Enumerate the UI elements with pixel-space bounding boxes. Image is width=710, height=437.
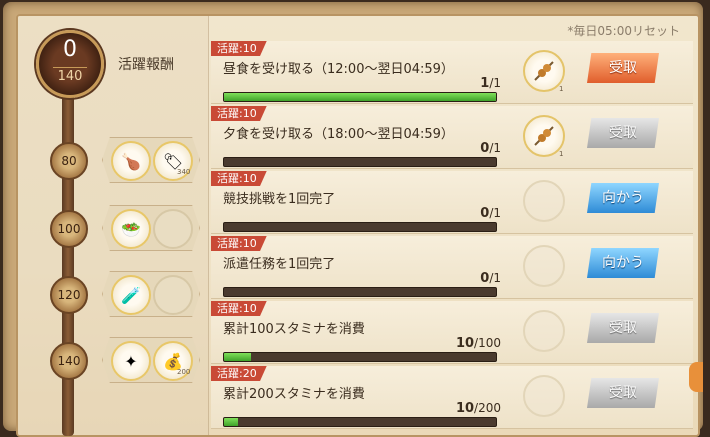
task-name: 夕食を受け取る（18:00～翌日04:59） bbox=[223, 127, 454, 142]
activity-tag: 活躍:10 bbox=[211, 301, 267, 316]
milestone-reward-box: 🍗 🏷 340 bbox=[102, 137, 200, 183]
task-row: 活躍:10 競技挑戦を1回完了 0/1 向かう bbox=[211, 171, 693, 234]
milestone-140[interactable]: 140 ✦ 💰 200 bbox=[18, 328, 208, 390]
claim-button-disabled[interactable]: 受取 bbox=[587, 118, 659, 148]
activity-tag: 活躍:10 bbox=[211, 41, 267, 56]
task-progress-bar bbox=[223, 417, 497, 427]
side-tab[interactable] bbox=[689, 362, 703, 392]
milestone-reward-box: 🥗 bbox=[102, 205, 200, 251]
panel-frame: *毎日05:00リセット 0 140 活躍報酬 80 🍗 🏷 340 100 🥗… bbox=[3, 2, 703, 437]
ghost-item-icon bbox=[523, 375, 565, 417]
task-row: 活躍:10 累計100スタミナを消費 10/100 受取 bbox=[211, 301, 693, 364]
milestone-reward-box: 🧪 bbox=[102, 271, 200, 317]
activity-counter: 0 140 bbox=[36, 30, 104, 98]
task-row: 活躍:10 夕食を受け取る（18:00～翌日04:59） 0/1 1 受取 bbox=[211, 106, 693, 169]
parchment-panel: *毎日05:00リセット 0 140 活躍報酬 80 🍗 🏷 340 100 🥗… bbox=[16, 14, 700, 437]
reward-qty: 340 bbox=[177, 168, 191, 176]
progress-fill bbox=[224, 93, 496, 101]
task-progress-bar bbox=[223, 352, 497, 362]
milestone-100[interactable]: 100 🥗 bbox=[18, 196, 208, 258]
reward-qty: 200 bbox=[177, 368, 191, 376]
milestone-node: 120 bbox=[50, 276, 88, 314]
task-row: 活躍:20 累計200スタミナを消費 10/200 受取 bbox=[211, 366, 693, 429]
task-name: 派遣任務を1回完了 bbox=[223, 257, 336, 272]
activity-reward-column: 0 140 活躍報酬 80 🍗 🏷 340 100 🥗 120 🧪 140 ✦ … bbox=[18, 16, 209, 436]
claim-button-disabled[interactable]: 受取 bbox=[587, 378, 659, 408]
counter-divider bbox=[53, 67, 87, 68]
salad-bowl-icon[interactable]: 🥗 bbox=[111, 209, 151, 249]
task-progress-bar bbox=[223, 222, 497, 232]
task-progress-bar bbox=[223, 287, 497, 297]
go-button[interactable]: 向かう bbox=[587, 248, 659, 278]
potion-icon[interactable]: 🧪 bbox=[111, 275, 151, 315]
task-progress-text: 10/200 bbox=[455, 401, 501, 416]
task-progress-text: 1/1 bbox=[480, 76, 501, 91]
empty-reward-slot bbox=[153, 275, 193, 315]
reset-note: *毎日05:00リセット bbox=[567, 24, 680, 38]
activity-tag: 活躍:10 bbox=[211, 106, 267, 121]
milestone-reward-box: ✦ 💰 200 bbox=[102, 337, 200, 383]
task-progress-text: 0/1 bbox=[480, 141, 501, 156]
task-progress-bar bbox=[223, 157, 497, 167]
claim-button[interactable]: 受取 bbox=[587, 53, 659, 83]
item-qty: 1 bbox=[559, 85, 564, 93]
activity-tag: 活躍:10 bbox=[211, 236, 267, 251]
milestone-node: 80 bbox=[50, 142, 88, 180]
progress-fill bbox=[224, 418, 238, 426]
claim-button-disabled[interactable]: 受取 bbox=[587, 313, 659, 343]
milestone-80[interactable]: 80 🍗 🏷 340 bbox=[18, 128, 208, 190]
milestone-node: 140 bbox=[50, 342, 88, 380]
activity-current: 0 bbox=[63, 37, 77, 62]
item-qty: 1 bbox=[559, 150, 564, 158]
task-name: 昼食を受け取る（12:00～翌日04:59） bbox=[223, 62, 454, 77]
roast-chicken-icon[interactable]: 🍗 bbox=[111, 141, 151, 181]
task-row: 活躍:10 昼食を受け取る（12:00～翌日04:59） 1/1 1 受取 bbox=[211, 41, 693, 104]
task-name: 競技挑戦を1回完了 bbox=[223, 192, 336, 207]
empty-reward-slot bbox=[153, 209, 193, 249]
task-row: 活躍:10 派遣任務を1回完了 0/1 向かう bbox=[211, 236, 693, 299]
ghost-item-icon bbox=[523, 180, 565, 222]
task-progress-text: 10/100 bbox=[455, 336, 501, 351]
ghost-item-icon bbox=[523, 245, 565, 287]
milestone-120[interactable]: 120 🧪 bbox=[18, 262, 208, 324]
activity-total: 140 bbox=[57, 69, 83, 84]
task-progress-text: 0/1 bbox=[480, 271, 501, 286]
activity-tag: 活躍:20 bbox=[211, 366, 267, 381]
go-button[interactable]: 向かう bbox=[587, 183, 659, 213]
task-progress-bar bbox=[223, 92, 497, 102]
ghost-item-icon bbox=[523, 310, 565, 352]
task-name: 累計200スタミナを消費 bbox=[223, 387, 365, 402]
milestone-node: 100 bbox=[50, 210, 88, 248]
task-progress-text: 0/1 bbox=[480, 206, 501, 221]
progress-fill bbox=[224, 353, 252, 361]
activity-reward-title: 活躍報酬 bbox=[118, 57, 174, 73]
crystal-icon[interactable]: ✦ bbox=[111, 341, 151, 381]
task-name: 累計100スタミナを消費 bbox=[223, 322, 365, 337]
activity-tag: 活躍:10 bbox=[211, 171, 267, 186]
